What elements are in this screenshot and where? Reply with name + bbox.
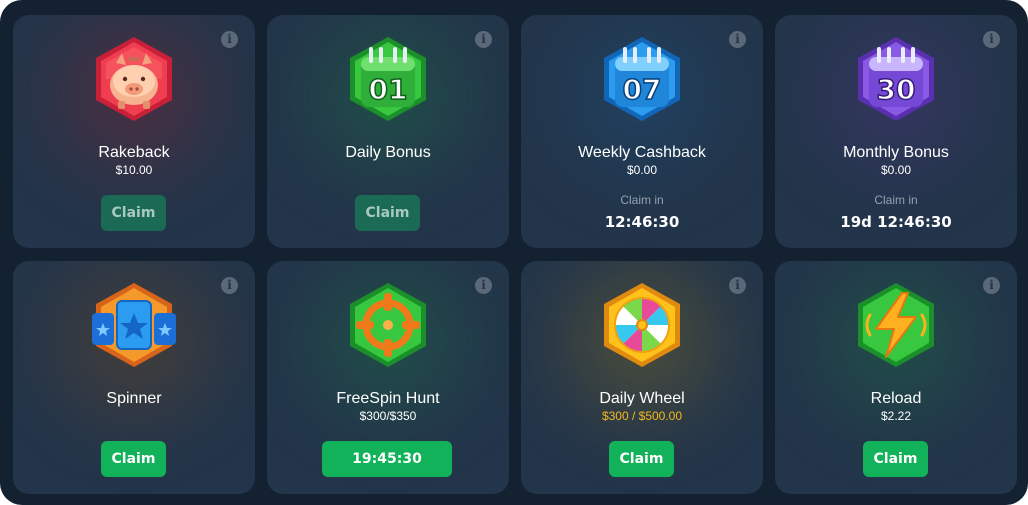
card-amount: $2.22 xyxy=(880,409,912,423)
info-icon[interactable]: i xyxy=(221,31,238,48)
card-amount: $300/$350 xyxy=(359,409,417,423)
card-reload: i Reload $2.22 Claim xyxy=(775,261,1017,494)
card-amount: $0.00 xyxy=(626,163,658,177)
calendar-icon: 01 xyxy=(350,37,426,121)
card-title: Weekly Cashback xyxy=(578,144,706,161)
card-title: Monthly Bonus xyxy=(843,144,949,161)
calendar-number: 30 xyxy=(877,73,916,106)
claim-button[interactable]: Claim xyxy=(355,195,420,231)
timer-button[interactable]: 19:45:30 xyxy=(322,441,452,477)
claim-button[interactable]: Claim xyxy=(101,195,166,231)
card-amount: $300 / $500.00 xyxy=(601,409,683,423)
info-icon[interactable]: i xyxy=(475,31,492,48)
piggy-bank-icon xyxy=(96,37,172,121)
crosshair-icon xyxy=(350,283,426,367)
claim-button[interactable]: Claim xyxy=(101,441,166,477)
rewards-grid: i Rakeback $10.00 Claim i 01 Daily Bonus… xyxy=(13,15,1017,494)
card-title: Spinner xyxy=(106,390,162,407)
card-amount: $0.00 xyxy=(880,163,912,177)
claim-in-label: Claim in xyxy=(620,193,664,207)
countdown-timer: 19d 12:46:30 xyxy=(840,213,952,231)
card-daily-bonus: i 01 Daily Bonus Claim xyxy=(267,15,509,248)
info-icon[interactable]: i xyxy=(983,277,1000,294)
calendar-icon: 07 xyxy=(604,37,680,121)
info-icon[interactable]: i xyxy=(729,31,746,48)
card-title: Rakeback xyxy=(98,144,170,161)
card-amount: $10.00 xyxy=(115,163,153,177)
info-icon[interactable]: i xyxy=(475,277,492,294)
calendar-icon: 30 xyxy=(858,37,934,121)
card-title: FreeSpin Hunt xyxy=(336,390,440,407)
card-monthly-bonus: i 30 Monthly Bonus $0.00 Claim in 19d 12… xyxy=(775,15,1017,248)
info-icon[interactable]: i xyxy=(729,277,746,294)
card-weekly-cashback: i 07 Weekly Cashback $0.00 Claim in 12:4… xyxy=(521,15,763,248)
info-icon[interactable]: i xyxy=(221,277,238,294)
card-spinner: i Spinner Claim xyxy=(13,261,255,494)
card-freespin-hunt: i FreeSpin Hunt $300/$350 19:45:30 xyxy=(267,261,509,494)
calendar-number: 01 xyxy=(369,73,408,106)
card-daily-wheel: i Daily Wheel $300 / $500.00 Claim xyxy=(521,261,763,494)
card-title: Reload xyxy=(870,390,922,407)
calendar-number: 07 xyxy=(623,73,662,106)
star-cards-icon xyxy=(92,283,176,367)
lightning-icon xyxy=(858,283,934,367)
card-title: Daily Wheel xyxy=(599,390,685,407)
card-title: Daily Bonus xyxy=(345,144,431,161)
wheel-icon xyxy=(604,283,680,367)
card-rakeback: i Rakeback $10.00 Claim xyxy=(13,15,255,248)
info-icon[interactable]: i xyxy=(983,31,1000,48)
claim-button[interactable]: Claim xyxy=(609,441,674,477)
rewards-panel: i Rakeback $10.00 Claim i 01 Daily Bonus… xyxy=(0,0,1028,505)
claim-button[interactable]: Claim xyxy=(863,441,928,477)
claim-in-label: Claim in xyxy=(874,193,918,207)
countdown-timer: 12:46:30 xyxy=(604,213,680,231)
